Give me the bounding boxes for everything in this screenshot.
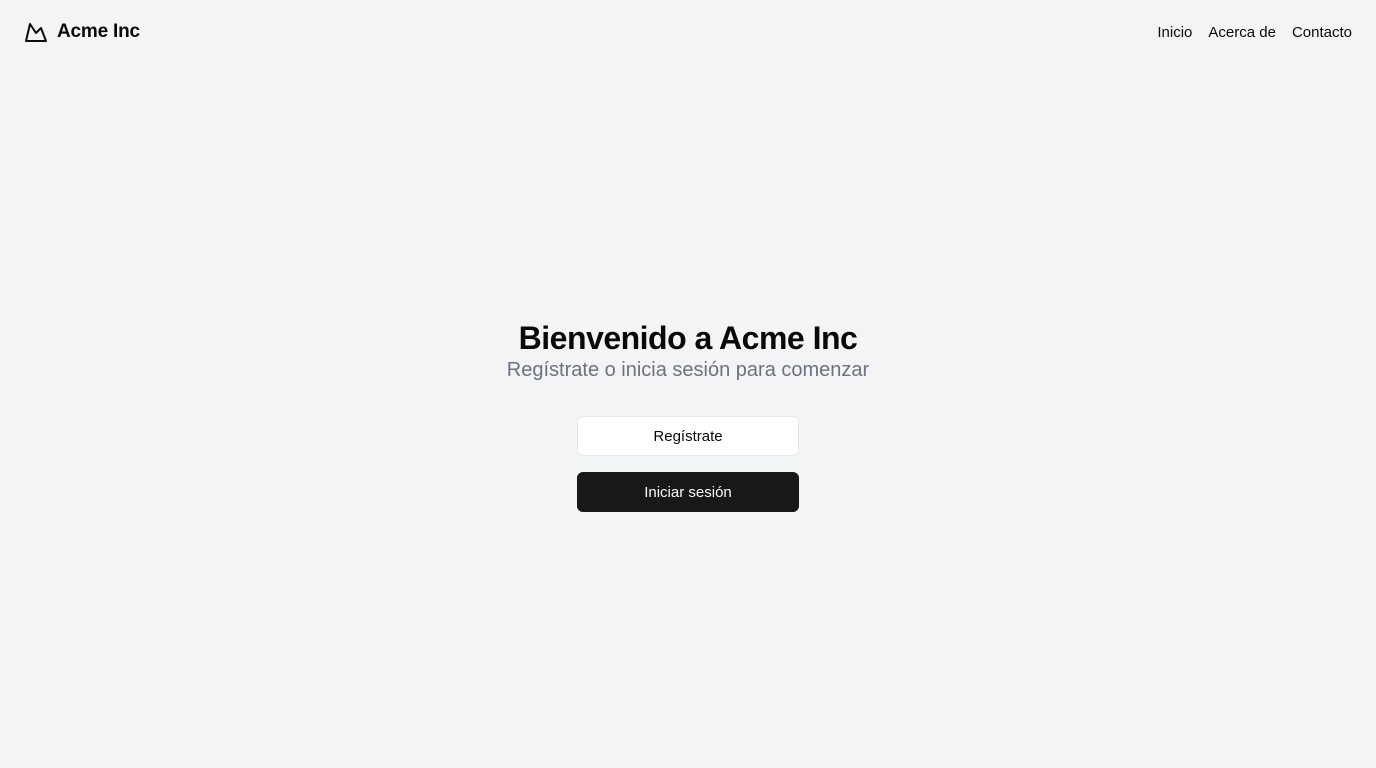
signup-button[interactable]: Regístrate <box>577 416 799 456</box>
nav-link-contacto[interactable]: Contacto <box>1292 24 1352 41</box>
main-nav: Inicio Acerca de Contacto <box>1157 24 1352 41</box>
hero-subtitle: Regístrate o inicia sesión para comenzar <box>506 359 870 381</box>
login-button[interactable]: Iniciar sesión <box>577 472 799 512</box>
site-header: Acme Inc Inicio Acerca de Contacto <box>0 0 1376 64</box>
brand-name: Acme Inc <box>57 21 140 42</box>
auth-actions: Regístrate Iniciar sesión <box>577 416 799 512</box>
brand-link[interactable]: Acme Inc <box>24 20 140 44</box>
hero-section: Bienvenido a Acme Inc Regístrate o inici… <box>0 318 1376 512</box>
nav-link-inicio[interactable]: Inicio <box>1157 24 1192 41</box>
nav-link-acerca-de[interactable]: Acerca de <box>1208 24 1276 41</box>
hero-title: Bienvenido a Acme Inc <box>518 320 858 356</box>
mountain-icon <box>25 23 47 42</box>
